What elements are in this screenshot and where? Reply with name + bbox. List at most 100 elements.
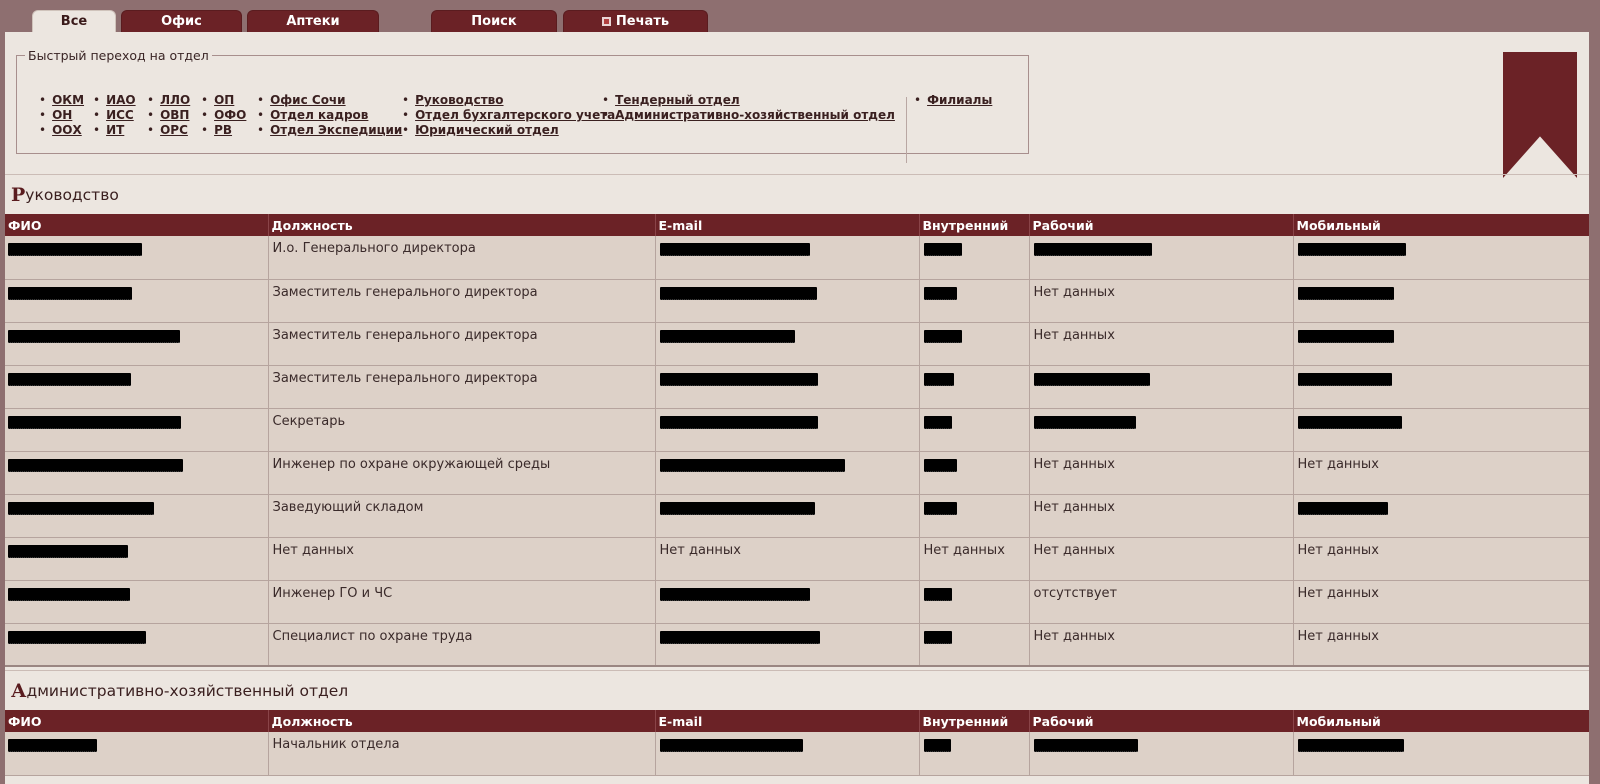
print-icon: [601, 17, 611, 26]
cell-position: Заместитель генерального директора: [268, 279, 656, 323]
cell-position: Инженер по охране окружающей среды: [268, 451, 656, 495]
dept-link[interactable]: ИАО: [106, 93, 136, 107]
dept-link[interactable]: ОФО: [214, 108, 246, 122]
branches-link[interactable]: Филиалы: [927, 93, 992, 107]
cell-mobile: [1293, 322, 1589, 366]
cell-name: [5, 408, 269, 452]
dept-link[interactable]: ЛЛО: [160, 93, 190, 107]
cell-mobile: [1293, 365, 1589, 409]
cell-internal: Нет данных: [919, 537, 1030, 581]
dept-link[interactable]: ИСС: [106, 108, 134, 122]
redacted-block[interactable]: [659, 372, 818, 386]
redacted-block: [8, 587, 130, 601]
quick-nav-legend: Быстрый переход на отдел: [28, 48, 209, 63]
tab-label: Поиск: [471, 14, 517, 29]
cell-position: Секретарь: [268, 408, 656, 452]
cell-mobile: [1293, 732, 1589, 776]
dept-link[interactable]: ОН: [52, 108, 72, 122]
redacted-block: [923, 458, 957, 472]
cell-position: Начальник отдела: [268, 732, 656, 776]
tab-pharmacies[interactable]: Аптеки: [247, 10, 379, 32]
cell-internal: [919, 279, 1030, 323]
dept-link[interactable]: РВ: [214, 123, 232, 137]
redacted-block: [8, 372, 131, 386]
redacted-block[interactable]: [659, 501, 815, 515]
column-header: E-mail: [655, 710, 920, 732]
cell-text: Нет данных: [923, 542, 1005, 558]
redacted-block[interactable]: [659, 415, 818, 429]
dept-link[interactable]: ОРС: [160, 123, 188, 137]
dept-link[interactable]: Тендерный отдел: [615, 93, 740, 107]
redacted-block: [8, 415, 181, 429]
quick-nav-col-3: ЛЛО ОВП ОРС: [147, 93, 190, 138]
dept-link[interactable]: ОВП: [160, 108, 189, 122]
cell-name: [5, 623, 269, 667]
cell-name: [5, 537, 269, 581]
cell-text: Нет данных: [1297, 628, 1379, 644]
quick-nav: Быстрый переход на отдел ОКМ ОН ООХ ИАО …: [16, 48, 1029, 163]
cell-position: Инженер ГО и ЧС: [268, 580, 656, 624]
cell-email: [655, 623, 920, 667]
dept-link[interactable]: Офис Сочи: [270, 93, 346, 107]
table-row: Инженер по охране окружающей среды Нет да…: [5, 451, 1589, 495]
quick-nav-col-1: ОКМ ОН ООХ: [39, 93, 84, 138]
cell-text: Начальник отдела: [272, 737, 400, 752]
redacted-block[interactable]: [659, 458, 845, 472]
cell-name: [5, 322, 269, 366]
redacted-block[interactable]: [659, 630, 820, 644]
cell-work: [1029, 408, 1294, 452]
cell-work: [1029, 365, 1294, 409]
cell-text: Инженер по охране окружающей среды: [272, 456, 551, 472]
tab-search[interactable]: Поиск: [431, 10, 557, 32]
cell-email: [655, 322, 920, 366]
dept-link[interactable]: ОП: [214, 93, 234, 107]
cell-mobile: [1293, 236, 1589, 280]
redacted-block[interactable]: [659, 243, 810, 256]
cell-mobile: Нет данных: [1293, 580, 1589, 624]
dept-link[interactable]: ОКМ: [52, 93, 84, 107]
redacted-block: [1033, 372, 1150, 386]
redacted-block[interactable]: [659, 286, 817, 300]
redacted-block: [1297, 286, 1394, 300]
column-header: Внутренний: [919, 710, 1030, 732]
dept-link[interactable]: Отдел кадров: [270, 108, 368, 122]
cell-mobile: [1293, 494, 1589, 538]
quick-nav-col-8: Филиалы: [914, 93, 992, 108]
cell-internal: [919, 365, 1030, 409]
redacted-block: [923, 286, 957, 300]
cell-email: [655, 236, 920, 280]
redacted-block: [1297, 372, 1392, 386]
table-row: Начальник отдела: [5, 732, 1589, 776]
redacted-block: [8, 458, 183, 472]
redacted-block[interactable]: [659, 329, 795, 343]
redacted-block[interactable]: [659, 587, 810, 601]
redacted-block: [923, 329, 962, 343]
dept-link[interactable]: Юридический отдел: [415, 123, 559, 137]
dept-link[interactable]: Отдел бухгалтерского учета: [415, 108, 615, 122]
cell-internal: [919, 322, 1030, 366]
table-row: Заместитель генерального директора Нет да…: [5, 279, 1589, 323]
cell-text: Нет данных: [1297, 456, 1379, 472]
dept-link[interactable]: ИТ: [106, 123, 124, 137]
dept-link[interactable]: Руководство: [415, 93, 503, 107]
tab-label: Аптеки: [286, 14, 340, 29]
tab-office[interactable]: Офис: [121, 10, 242, 32]
redacted-block[interactable]: [659, 739, 803, 752]
cell-internal: [919, 451, 1030, 495]
cell-work: [1029, 732, 1294, 776]
cell-text: Нет данных: [1033, 628, 1115, 644]
cell-text: И.о. Генерального директора: [272, 241, 476, 256]
dept-link[interactable]: Административно-хозяйственный отдел: [615, 108, 895, 122]
redacted-block: [1033, 243, 1152, 256]
tab-print[interactable]: Печать: [563, 10, 708, 32]
column-header: ФИО: [5, 710, 269, 732]
redacted-block: [1297, 243, 1406, 256]
cell-name: [5, 279, 269, 323]
quick-nav-col-7: Тендерный отдел Административно-хозяйств…: [602, 93, 895, 123]
dept-link[interactable]: ООХ: [52, 123, 82, 137]
tab-all[interactable]: Все: [32, 10, 116, 32]
dept-link[interactable]: Отдел Экспедиции: [270, 123, 402, 137]
cell-position: Заместитель генерального директора: [268, 322, 656, 366]
redacted-block: [923, 739, 951, 752]
cell-mobile: Нет данных: [1293, 451, 1589, 495]
